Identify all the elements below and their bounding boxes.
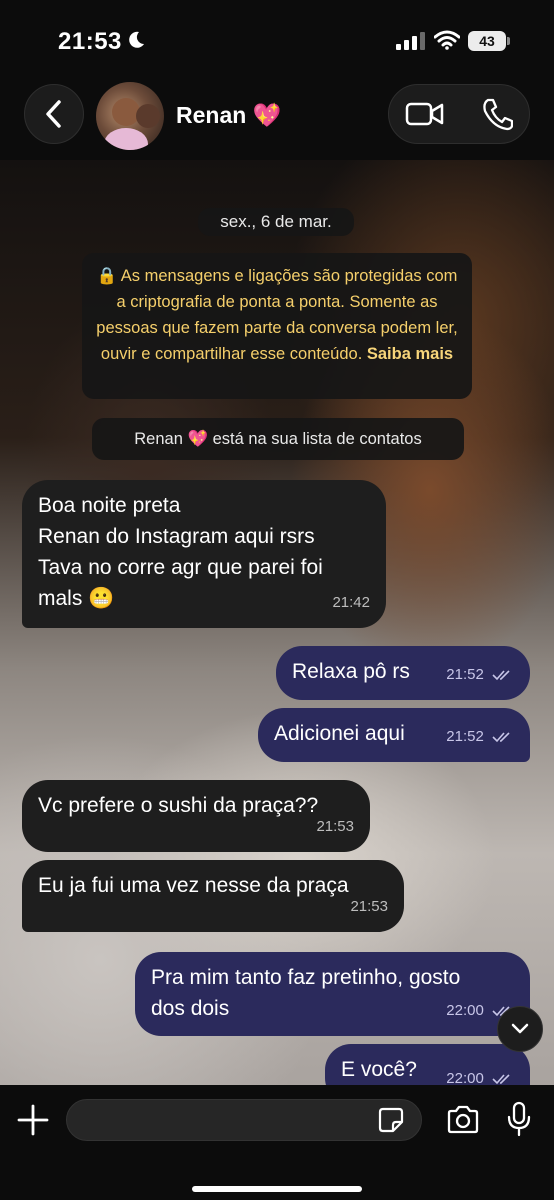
call-actions (388, 84, 530, 144)
message-incoming[interactable]: Boa noite preta Renan do Instagram aqui … (22, 480, 386, 628)
message-line: Pra mim tanto faz pretinho, gosto (151, 966, 461, 989)
message-outgoing[interactable]: Relaxa pô rs 21:52 (276, 646, 530, 700)
contact-notice[interactable]: Renan 💖 está na sua lista de contatos (92, 418, 464, 460)
message-incoming[interactable]: Eu ja fui uma vez nesse da praça 21:53 (22, 860, 404, 932)
message-meta: 21:52 (446, 721, 514, 752)
message-outgoing[interactable]: Adicionei aqui 21:52 (258, 708, 530, 762)
microphone-icon[interactable] (506, 1101, 532, 1137)
home-indicator (192, 1186, 362, 1192)
battery-indicator: 43 (468, 31, 506, 51)
learn-more-link[interactable]: Saiba mais (367, 345, 453, 363)
message-line: Tava no corre agr que parei foi (38, 556, 323, 579)
message-composer (0, 1085, 554, 1200)
plus-icon[interactable] (16, 1103, 50, 1137)
message-line: Eu ja fui uma vez nesse da praça (38, 874, 349, 897)
phone-call-icon[interactable] (481, 97, 513, 131)
chat-header: Renan 💖 (0, 76, 554, 160)
read-receipt-icon (492, 670, 510, 681)
date-chip: sex., 6 de mar. (198, 208, 354, 236)
chevron-down-icon (511, 1023, 529, 1034)
read-receipt-icon (492, 1074, 510, 1085)
message-time: 21:42 (332, 594, 370, 611)
status-time: 21:53 (58, 28, 122, 55)
encryption-notice[interactable]: 🔒 As mensagens e ligações são protegidas… (82, 253, 472, 399)
contact-name[interactable]: Renan 💖 (176, 102, 281, 129)
message-outgoing[interactable]: Pra mim tanto faz pretinho, gosto dos do… (135, 952, 530, 1036)
message-line: mals 😬 (38, 587, 115, 610)
battery-tip (507, 37, 510, 45)
message-input[interactable] (66, 1099, 422, 1141)
message-time: 22:00 (446, 1002, 484, 1019)
message-time: 21:53 (350, 898, 388, 915)
sticker-icon[interactable] (378, 1107, 404, 1133)
avatar-image (104, 98, 160, 150)
scroll-to-bottom-button[interactable] (497, 1006, 543, 1052)
read-receipt-icon (492, 732, 510, 743)
message-time: 21:52 (446, 728, 484, 745)
chevron-left-icon (46, 100, 61, 128)
cellular-signal-icon (396, 32, 425, 50)
message-incoming[interactable]: Vc prefere o sushi da praça?? 21:53 (22, 780, 370, 852)
message-line: Boa noite preta (38, 494, 181, 517)
moon-icon (129, 31, 144, 48)
contact-avatar[interactable] (96, 82, 164, 150)
message-meta: 21:52 (446, 659, 514, 690)
wifi-icon (434, 30, 460, 50)
camera-icon[interactable] (446, 1105, 480, 1135)
status-bar: 21:53 43 (0, 0, 554, 76)
message-time: 21:53 (316, 818, 354, 835)
message-line: Vc prefere o sushi da praça?? (38, 794, 319, 817)
video-call-icon[interactable] (405, 99, 445, 129)
back-button[interactable] (24, 84, 84, 144)
message-time: 21:52 (446, 666, 484, 683)
message-line: Renan do Instagram aqui rsrs (38, 525, 315, 548)
